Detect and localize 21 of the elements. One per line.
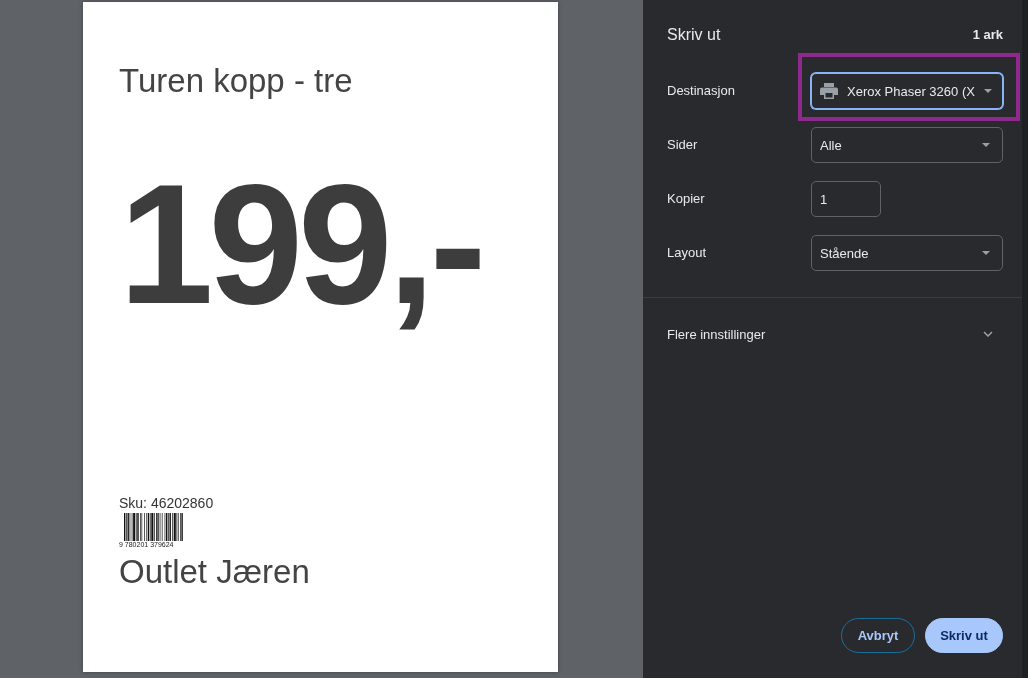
caret-icon <box>982 143 990 147</box>
print-button[interactable]: Skriv ut <box>925 618 1003 653</box>
barcode <box>124 513 184 541</box>
sheet-count: 1 ark <box>972 27 1003 43</box>
setting-label: Destinasjon <box>667 83 736 99</box>
setting-label: Sider <box>667 137 699 153</box>
product-title: Turen kopp - tre <box>119 61 353 101</box>
dropdown[interactable]: Stående <box>811 235 1003 271</box>
price-text: 199,- <box>119 159 482 329</box>
caret-icon <box>982 251 990 255</box>
setting-label: Kopier <box>667 191 706 207</box>
copies-field[interactable]: 1 <box>811 181 881 217</box>
panel-title: Skriv ut <box>667 25 721 45</box>
caret-icon <box>983 89 992 93</box>
store-name: Outlet Jæren <box>119 552 310 592</box>
more-settings-toggle[interactable]: Flere innstillinger <box>643 298 1022 370</box>
sku-text: Sku: 46202860 <box>119 495 214 511</box>
dropdown[interactable]: Alle <box>811 127 1003 163</box>
setting-label: Layout <box>667 245 708 261</box>
printer-icon <box>820 83 838 99</box>
dropdown[interactable]: Xerox Phaser 3260 (X <box>811 73 1003 109</box>
